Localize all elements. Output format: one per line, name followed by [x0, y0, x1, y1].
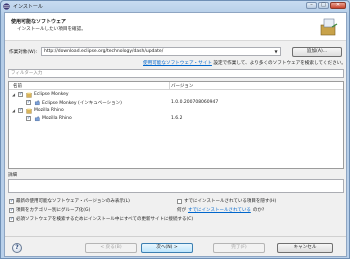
hide-installed-option[interactable]: すでにインストールされている項目を隠す(H) — [177, 198, 276, 204]
page-title: 使用可能なソフトウェア — [11, 19, 67, 25]
next-button[interactable]: 次へ(N) > — [141, 243, 193, 253]
group-by-category-checkbox[interactable]: ✓ — [9, 207, 14, 213]
available-sites-link[interactable]: 使用可能なソフトウェア・サイト — [143, 61, 212, 66]
window-title: インストール — [13, 4, 43, 10]
row-name: Mozilla Rhino — [34, 108, 64, 113]
latest-only-option[interactable]: ✓ 最新の使用可能なソフトウェア・バージョンのみ表示(L) — [9, 198, 130, 204]
already-installed-suffix: のか? — [252, 208, 265, 213]
close-button[interactable]: ✕ — [330, 2, 346, 9]
group-by-category-option[interactable]: ✓ 項目をカテゴリー別にグループ化(G) — [9, 207, 90, 213]
settings-hint: 使用可能なソフトウェア・サイト 設定で作業して、より多くのソフトウェアを検索して… — [143, 60, 346, 66]
table-row[interactable]: ◢ ✓ Mozilla Rhino — [9, 107, 343, 115]
row-checkbox[interactable]: ✓ — [26, 100, 31, 105]
row-name: Eclipse Monkey — [34, 92, 69, 97]
wizard-header: 使用可能なソフトウェア インストールしたい項目を確認。 — [5, 13, 346, 41]
chevron-down-icon[interactable]: ▼ — [273, 48, 279, 55]
footer-divider — [5, 236, 346, 237]
software-table[interactable]: 名前 バージョン ◢ ✓ Eclipse Monkey ✓ Eclipse Mo… — [8, 81, 344, 169]
settings-hint-text: 設定で作業して、より多くのソフトウェアを検索してください。 — [211, 61, 346, 66]
filter-input[interactable]: フィルター入力 — [8, 69, 344, 78]
page-subtitle: インストールしたい項目を確認。 — [17, 27, 86, 32]
contact-all-sites-option[interactable]: ✓ 必須ソフトウェアを検索するためにインストール中にすべての更新サイトに接続する… — [9, 216, 193, 222]
hide-installed-checkbox[interactable] — [177, 198, 182, 204]
back-button[interactable]: < 戻る(B) — [85, 243, 137, 253]
row-checkbox[interactable]: ✓ — [18, 92, 23, 97]
row-name: Eclipse Monkey (インキュベーション) — [42, 101, 122, 106]
row-checkbox[interactable]: ✓ — [18, 108, 23, 113]
filter-placeholder: フィルター入力 — [11, 71, 43, 76]
category-icon — [26, 108, 32, 114]
category-icon — [26, 92, 32, 98]
column-divider[interactable] — [169, 82, 170, 90]
already-installed-prefix: 何が — [177, 208, 186, 213]
minimize-button[interactable]: – — [306, 2, 317, 9]
latest-only-checkbox[interactable]: ✓ — [9, 198, 14, 204]
column-name[interactable]: 名前 — [13, 83, 22, 89]
eclipse-icon — [3, 3, 10, 10]
add-site-button[interactable]: 追加(A)... — [292, 47, 342, 57]
work-with-combo[interactable]: http://download.eclipse.org/technology/d… — [41, 47, 281, 56]
row-version: 1.6.2 — [171, 116, 183, 121]
plugin-icon — [35, 100, 40, 105]
expand-triangle-icon[interactable]: ◢ — [12, 108, 16, 113]
plugin-icon — [35, 116, 40, 121]
already-installed-hint: 何が すでにインストールされている のか? — [177, 207, 264, 213]
window-controls: – □ ✕ — [306, 2, 346, 9]
help-icon[interactable]: ? — [12, 243, 22, 253]
work-with-value: http://download.eclipse.org/technology/d… — [44, 49, 164, 54]
hide-installed-label: すでにインストールされている項目を隠す(H) — [184, 199, 277, 204]
expand-triangle-icon[interactable]: ◢ — [12, 92, 16, 97]
maximize-button[interactable]: □ — [318, 2, 329, 9]
contact-all-sites-checkbox[interactable]: ✓ — [9, 216, 14, 222]
group-by-category-label: 項目をカテゴリー別にグループ化(G) — [16, 208, 91, 213]
row-checkbox[interactable]: ✓ — [26, 116, 31, 121]
table-row[interactable]: ✓ Eclipse Monkey (インキュベーション) 1.0.0.20070… — [9, 99, 343, 107]
dialog-client: 使用可能なソフトウェア インストールしたい項目を確認。 作業対象(W): htt… — [4, 12, 347, 257]
install-banner-icon — [320, 18, 338, 36]
details-label: 詳細 — [8, 173, 17, 178]
title-bar[interactable]: インストール – □ ✕ — [1, 1, 349, 12]
table-row[interactable]: ◢ ✓ Eclipse Monkey — [9, 91, 343, 99]
table-row[interactable]: ✓ Mozilla Rhino 1.6.2 — [9, 115, 343, 123]
table-header: 名前 バージョン — [9, 82, 343, 90]
cancel-button[interactable]: キャンセル — [277, 243, 333, 253]
already-installed-link[interactable]: すでにインストールされている — [188, 207, 251, 213]
contact-all-sites-label: 必須ソフトウェアを検索するためにインストール中にすべての更新サイトに接続する(C… — [16, 217, 194, 222]
finish-button[interactable]: 完了(F) — [213, 243, 265, 253]
column-version[interactable]: バージョン — [171, 83, 193, 89]
latest-only-label: 最新の使用可能なソフトウェア・バージョンのみ表示(L) — [16, 199, 130, 204]
installer-window: インストール – □ ✕ 使用可能なソフトウェア インストールしたい項目を確認。… — [0, 0, 350, 259]
row-name: Mozilla Rhino — [42, 116, 72, 121]
row-version: 1.0.0.200708060947 — [171, 100, 219, 105]
details-panel[interactable] — [8, 179, 344, 193]
work-with-label: 作業対象(W): — [9, 50, 38, 55]
